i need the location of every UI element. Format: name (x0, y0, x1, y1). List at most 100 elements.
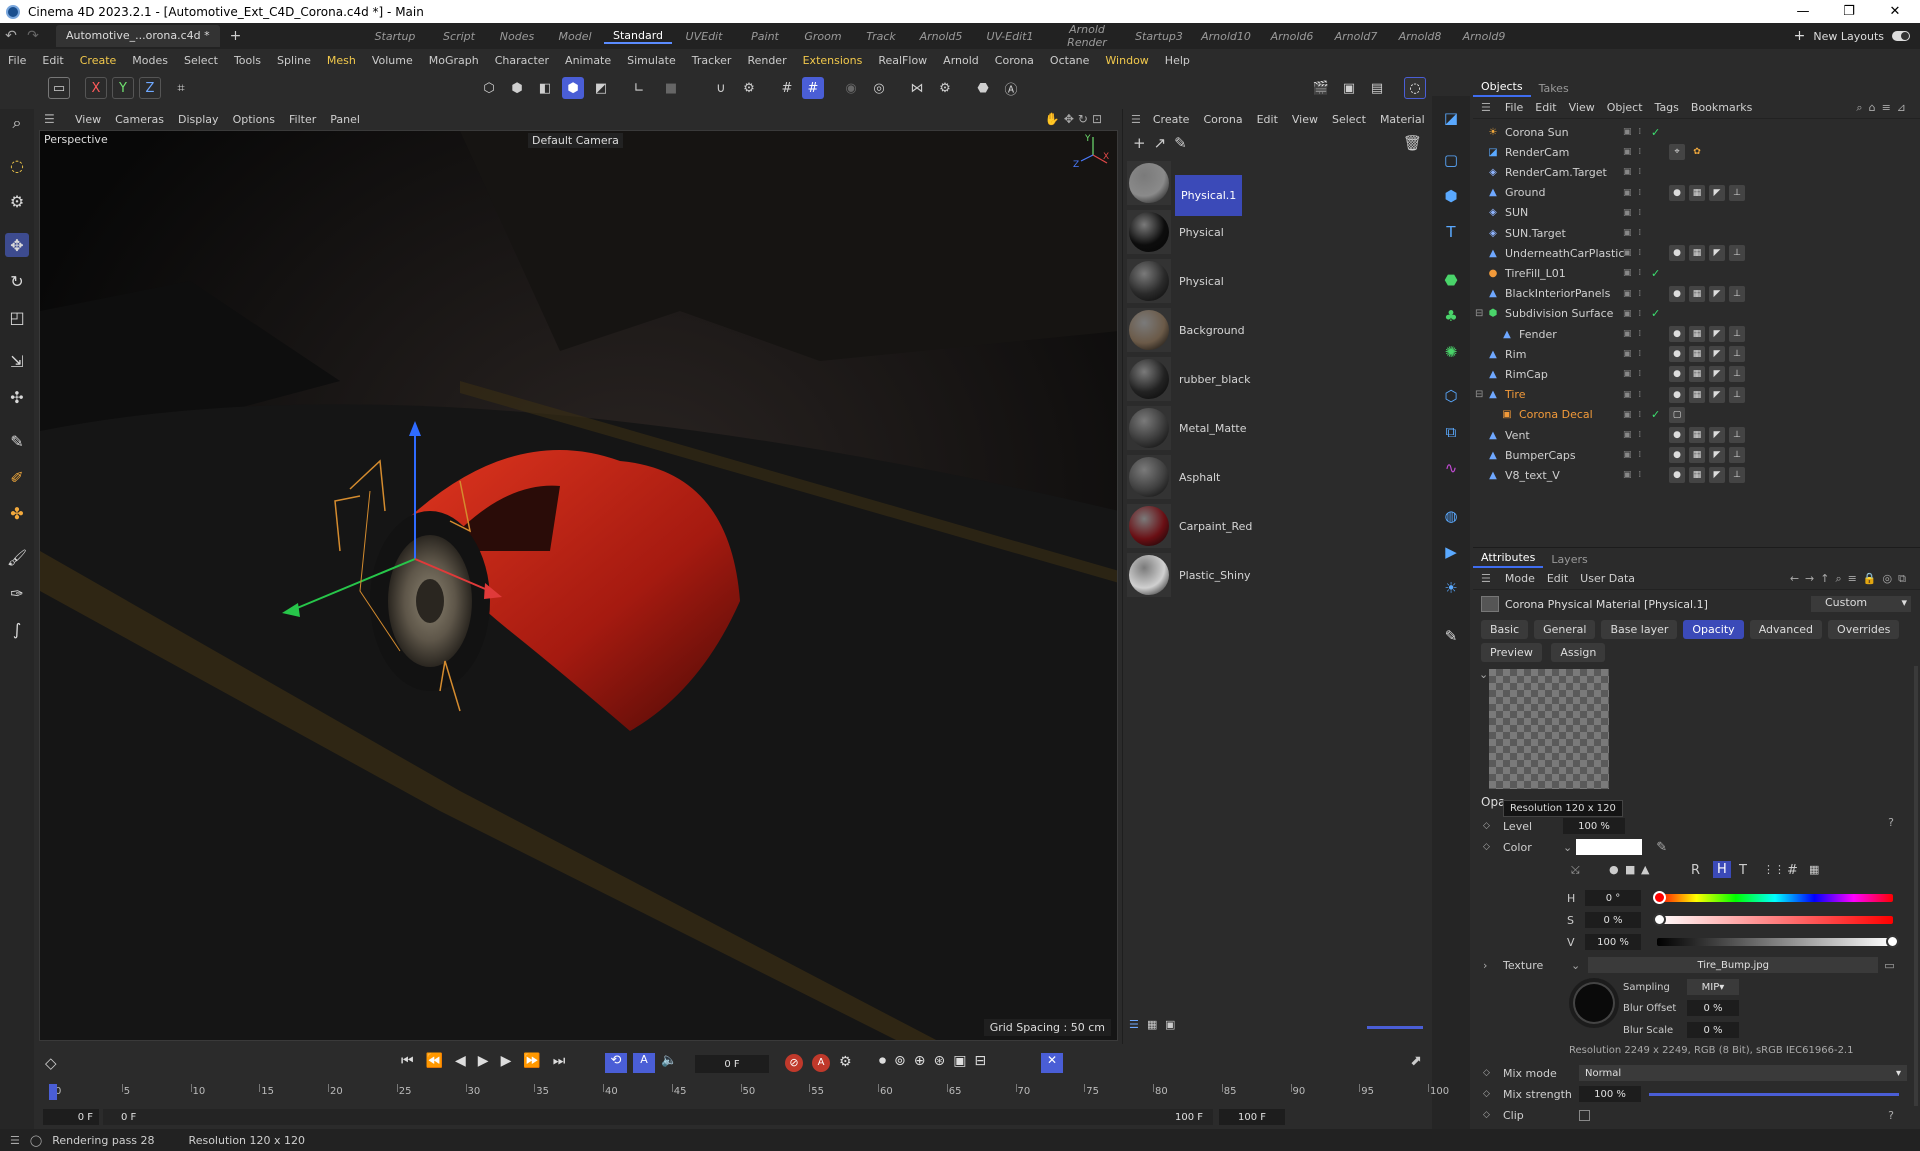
text-spline-icon[interactable]: T (1439, 220, 1463, 244)
max-frame-field[interactable]: 100 F (1219, 1109, 1285, 1125)
level-field[interactable]: 100 % (1563, 818, 1625, 834)
texture-thumbnail[interactable] (1569, 978, 1619, 1028)
layout-tab[interactable]: Arnold9 (1452, 30, 1516, 43)
enabled-check-icon[interactable]: ✓ (1651, 408, 1660, 421)
material-icon[interactable]: ● (1669, 386, 1685, 403)
object-row[interactable]: ▣ Corona Decal ▣ ⁞ ✓ ▢ (1473, 405, 1920, 425)
property-tab-opacity[interactable]: Opacity (1683, 620, 1744, 639)
placement-tool-icon[interactable]: ✣ (5, 385, 29, 409)
menu-octane[interactable]: Octane (1042, 54, 1098, 67)
scene-camera-icon[interactable]: ▶ (1439, 540, 1463, 564)
objects-menu-bookmarks[interactable]: Bookmarks (1687, 101, 1760, 114)
visibility-toggles[interactable]: ▣ ⁞ (1623, 329, 1653, 339)
phong-icon[interactable]: ◤ (1709, 366, 1725, 383)
grid-snap-icon[interactable]: # (802, 77, 824, 99)
transform-tool-icon[interactable]: ⇲ (5, 349, 29, 373)
list-view-icon[interactable]: ☰ (1129, 1018, 1139, 1031)
blur-scale-field[interactable]: 0 % (1687, 1022, 1739, 1038)
x-axis-toggle[interactable]: X (85, 77, 107, 99)
eyedropper-icon[interactable]: ✎ (1174, 134, 1187, 152)
mixer-icon[interactable]: ⋮⋮ (1763, 863, 1785, 876)
object-row[interactable]: ▲ BumperCaps ▣ ⁞ ● ▦ ◤ ⊥ (1473, 445, 1920, 465)
object-row[interactable]: ● TireFill_L01 ▣ ⁞ ✓ (1473, 263, 1920, 283)
scale-tool-icon[interactable]: ◰ (5, 305, 29, 329)
keyframe-diamond-icon[interactable]: ◇ (1483, 842, 1495, 852)
z-axis-toggle[interactable]: Z (139, 77, 161, 99)
attributes-menu-mode[interactable]: Mode (1501, 572, 1543, 585)
tab-objects[interactable]: Objects (1473, 78, 1531, 97)
record-keyframe-icon[interactable]: ⊘ (785, 1054, 803, 1072)
object-row[interactable]: ◈ SUN ▣ ⁞ (1473, 203, 1920, 223)
menu-tracker[interactable]: Tracker (684, 54, 740, 67)
menu-spline[interactable]: Spline (269, 54, 319, 67)
preset-dropdown[interactable]: Custom ▾ (1811, 596, 1911, 612)
material-item[interactable]: Plastic_Shiny (1123, 551, 1433, 597)
material-menu-material[interactable]: Material (1374, 113, 1433, 126)
environment-icon[interactable]: ◍ (1439, 504, 1463, 528)
auto-keying-button[interactable]: A (633, 1053, 655, 1073)
collapse-icon[interactable]: ⊟ (1475, 308, 1483, 319)
texture-icon[interactable]: ▦ (1689, 386, 1705, 403)
visibility-toggles[interactable]: ▣ ⁞ (1623, 430, 1653, 440)
menu-character[interactable]: Character (487, 54, 557, 67)
property-tab-base-layer[interactable]: Base layer (1601, 620, 1678, 639)
object-row[interactable]: ▲ UnderneathCarPlastic ▣ ⁞ ● ▦ ◤ ⊥ (1473, 243, 1920, 263)
object-row[interactable]: ▲ Rim ▣ ⁞ ● ▦ ◤ ⊥ (1473, 344, 1920, 364)
deformer-icon[interactable]: ⬡ (1439, 384, 1463, 408)
snap-settings-icon[interactable]: ⚙ (738, 77, 760, 99)
solo-icon[interactable]: ◉ (840, 77, 862, 99)
delete-icon[interactable]: 🗑 (1403, 134, 1422, 152)
material-item[interactable]: Background (1123, 306, 1433, 352)
add-layout-icon[interactable]: + (1794, 28, 1806, 44)
material-item[interactable]: Physical (1123, 257, 1433, 303)
viewport-menu-filter[interactable]: Filter (284, 113, 325, 126)
edges-mode-icon[interactable]: ⬢ (506, 77, 528, 99)
axis-mode-icon[interactable]: ∟ (628, 77, 650, 99)
layout-tab[interactable]: Script (430, 30, 488, 43)
lock-icon[interactable]: ⊥ (1729, 245, 1745, 262)
pla-key-button[interactable]: ✕ (1041, 1053, 1063, 1073)
expand-chevron-icon[interactable]: › (1483, 959, 1503, 972)
lock-workplane-icon[interactable]: ⬣ (972, 77, 994, 99)
menu-corona[interactable]: Corona (987, 54, 1042, 67)
phong-icon[interactable]: ◤ (1709, 386, 1725, 403)
phong-icon[interactable]: ◤ (1709, 326, 1725, 342)
tab-takes[interactable]: Takes (1531, 80, 1577, 97)
render-picture-viewer-icon[interactable]: ▣ (1338, 77, 1360, 99)
object-row[interactable]: ▲ Ground ▣ ⁞ ● ▦ ◤ ⊥ (1473, 183, 1920, 203)
layout-tab[interactable]: Arnold6 (1260, 30, 1324, 43)
keyframe-mode-icon[interactable]: ◇ (45, 1054, 57, 1072)
visibility-toggles[interactable]: ▣ ⁞ (1623, 349, 1653, 359)
texture-file-field[interactable]: Tire_Bump.jpg (1588, 957, 1879, 973)
material-menu-create[interactable]: Create (1147, 113, 1198, 126)
texture-mode-icon[interactable]: ■ (660, 77, 682, 99)
enabled-check-icon[interactable]: ✓ (1651, 307, 1660, 320)
material-item[interactable]: Physical.1 (1123, 159, 1433, 216)
sculpt-tool-icon[interactable]: ✤ (5, 501, 29, 525)
visibility-toggles[interactable]: ▣ ⁞ (1623, 470, 1653, 480)
attributes-nav-icons[interactable]: ←→↑⌕≡🔒◎⧉ (1790, 572, 1912, 586)
material-icon[interactable]: ● (1669, 285, 1685, 302)
layout-tab[interactable]: Arnold5 (910, 30, 972, 43)
menu-mograph[interactable]: MoGraph (421, 54, 487, 67)
generator-icon[interactable]: ⬣ (1439, 268, 1463, 292)
v-field[interactable]: 100 % (1585, 934, 1641, 950)
clip-checkbox[interactable] (1579, 1109, 1590, 1121)
tab-layers[interactable]: Layers (1543, 551, 1595, 568)
lock-icon[interactable]: ⊥ (1729, 467, 1745, 484)
object-row[interactable]: ▲ Vent ▣ ⁞ ● ▦ ◤ ⊥ (1473, 425, 1920, 445)
lock-icon[interactable]: ⊥ (1729, 447, 1745, 464)
hue-slider-knob[interactable] (1653, 891, 1666, 904)
attributes-menu-edit[interactable]: Edit (1543, 572, 1576, 585)
enabled-check-icon[interactable]: ✓ (1651, 126, 1660, 139)
property-tab-basic[interactable]: Basic (1481, 620, 1529, 639)
material-icon[interactable]: ● (1669, 326, 1685, 342)
temperature-mode-button[interactable]: T (1739, 863, 1747, 878)
cloner-icon[interactable]: ♣ (1439, 304, 1463, 328)
visibility-toggles[interactable]: ▣ ⁞ (1623, 410, 1653, 420)
menu-window[interactable]: Window (1097, 54, 1156, 67)
3d-viewport[interactable]: Perspective Default Camera Y Z X Grid Sp… (39, 130, 1118, 1041)
color-picker-icon[interactable]: ✎ (1656, 840, 1667, 855)
s-field[interactable]: 0 % (1585, 912, 1641, 928)
min-frame-field[interactable]: 0 F (43, 1109, 99, 1125)
